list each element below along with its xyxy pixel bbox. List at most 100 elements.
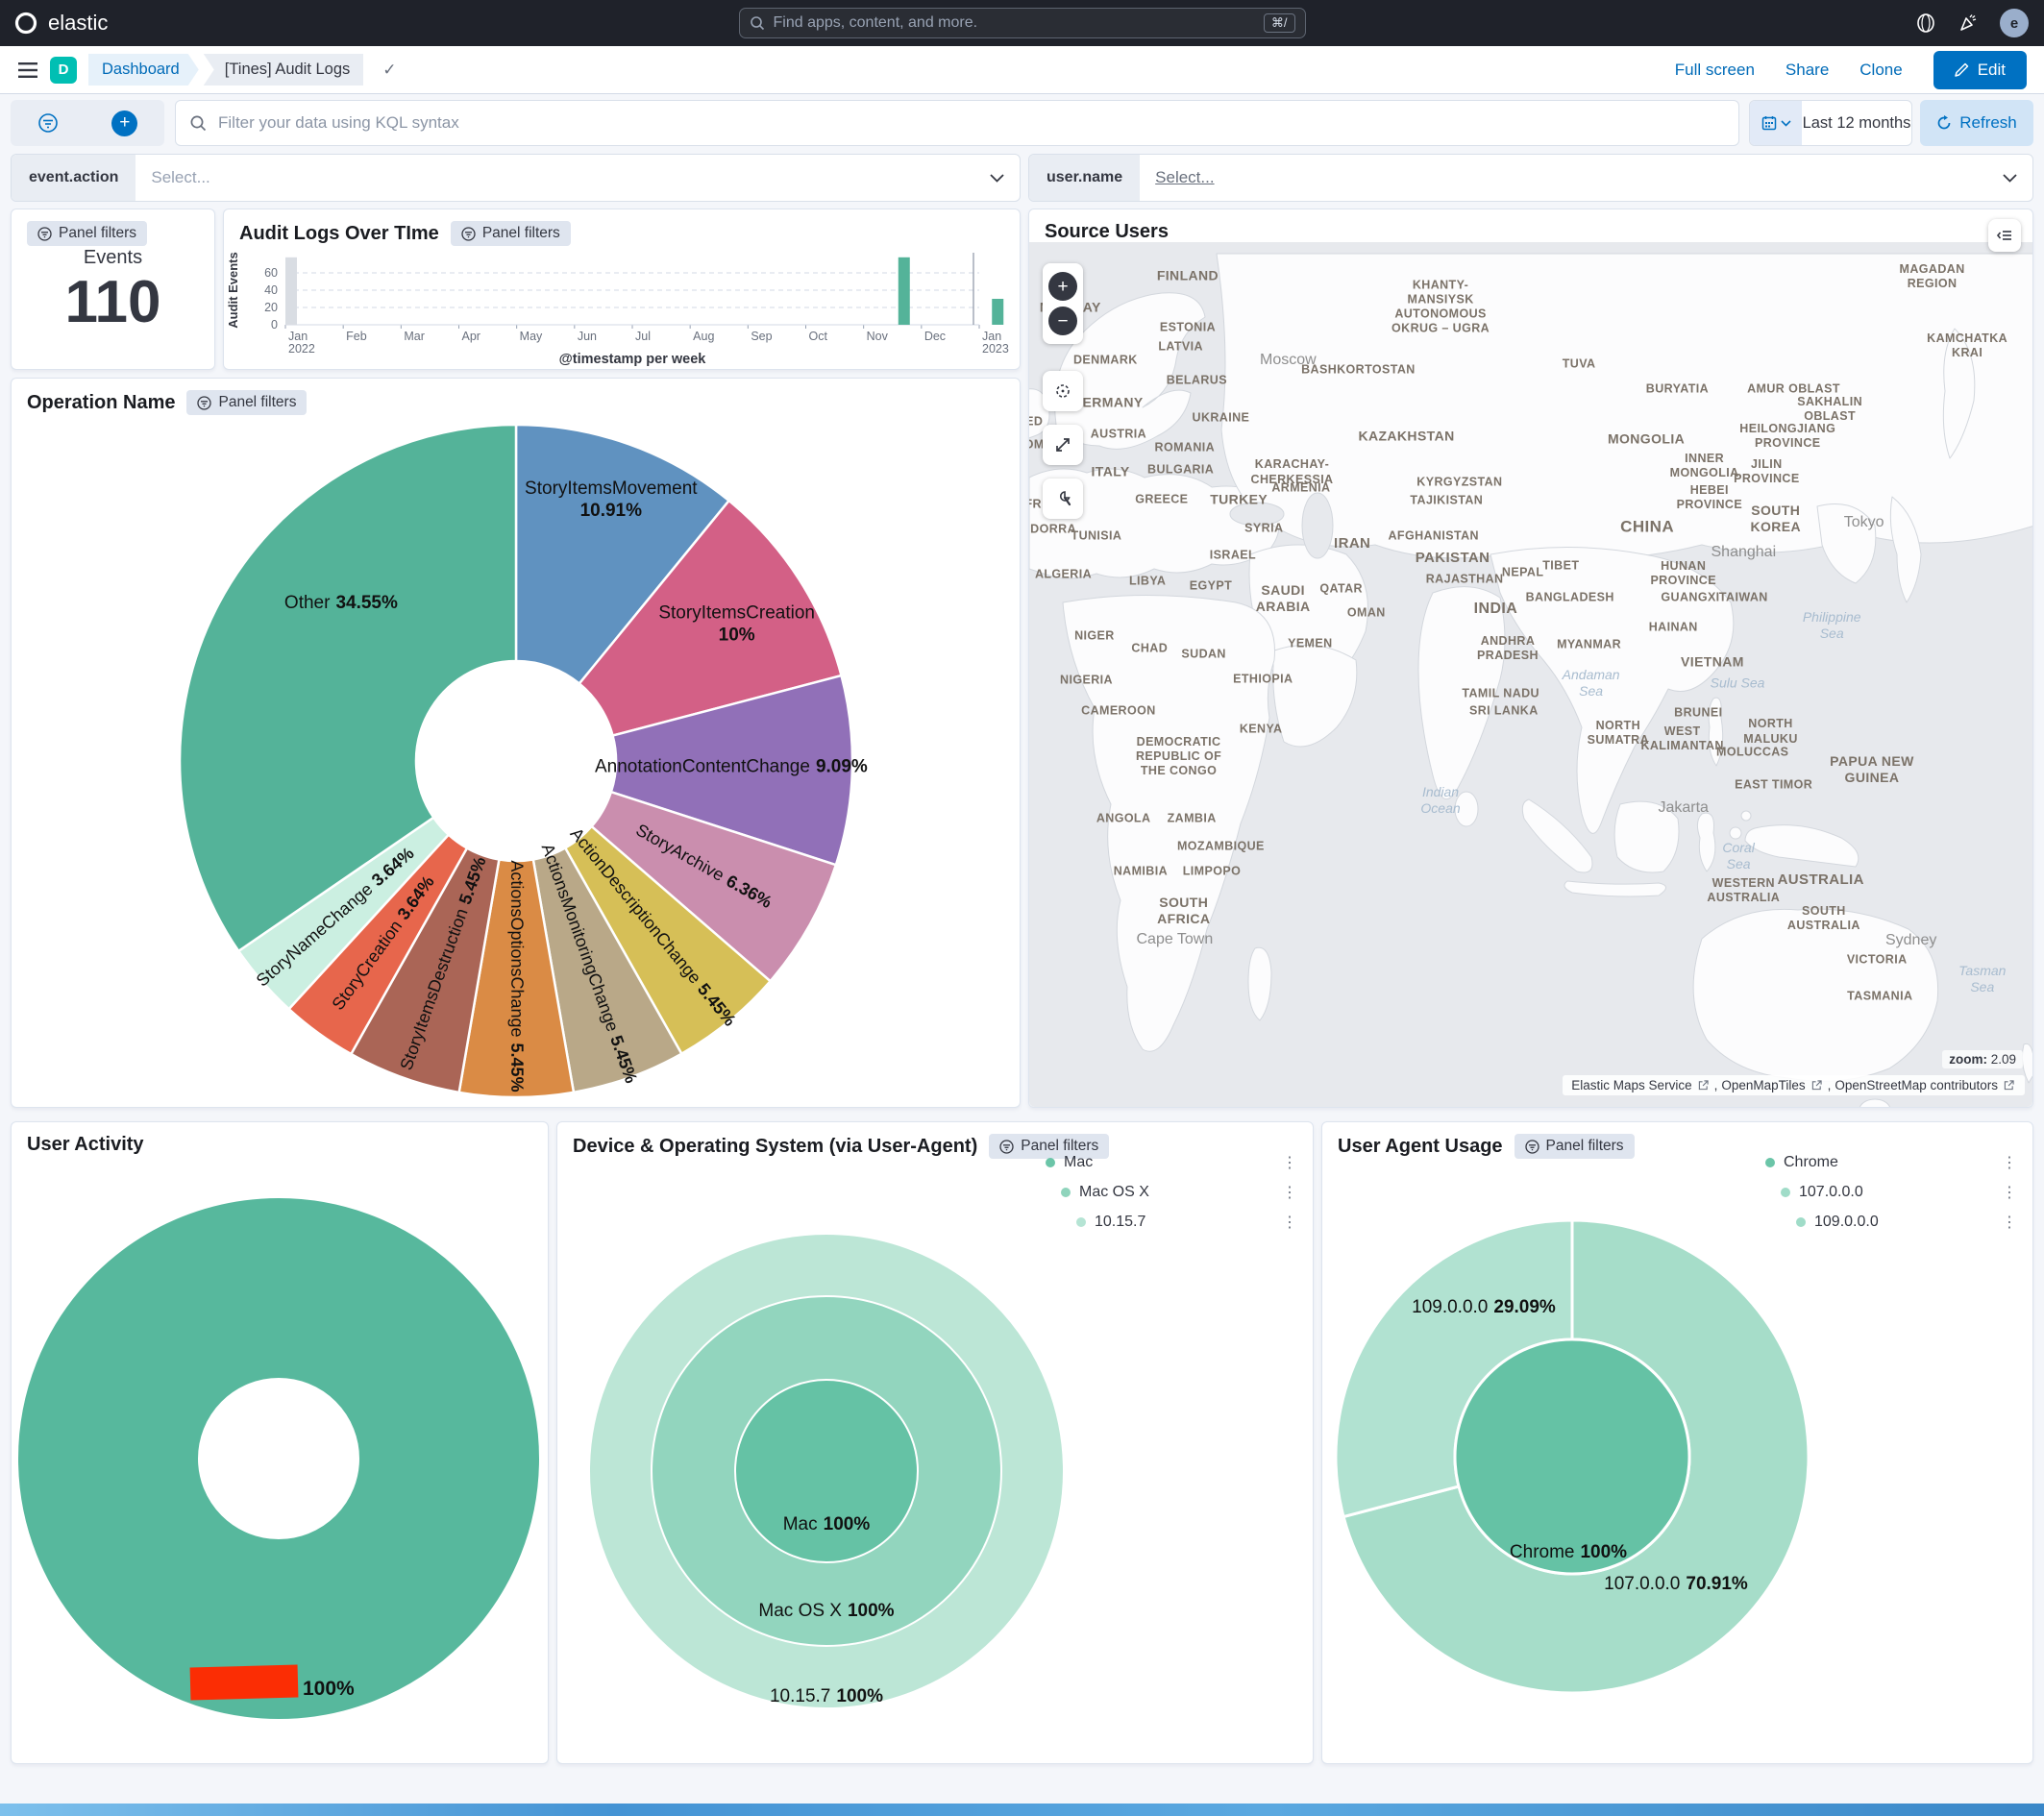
control-value[interactable]: Select...	[1155, 168, 1214, 187]
legend-item[interactable]: Chrome⋮	[1765, 1147, 2017, 1177]
add-filter-button[interactable]: +	[111, 110, 137, 136]
pie-slice[interactable]	[1455, 1339, 1689, 1574]
zoom-out-button[interactable]: −	[1048, 307, 1077, 335]
map-tools-button[interactable]	[1043, 479, 1083, 519]
map-label: ROMANIA	[1155, 441, 1216, 455]
map-label: UKRAINE	[1193, 410, 1250, 425]
legend-options-icon[interactable]: ⋮	[2002, 1153, 2017, 1172]
breadcrumb-dashboard[interactable]: Dashboard	[88, 54, 199, 86]
control-value[interactable]: Select...	[151, 168, 209, 187]
edit-button[interactable]: Edit	[1933, 51, 2027, 89]
panel-user-agent-usage: User Agent Usage Panel filters Chrome⋮10…	[1321, 1121, 2033, 1764]
pie-slice[interactable]	[735, 1380, 918, 1562]
panel-filters-badge[interactable]: Panel filters	[186, 390, 307, 415]
legend-item[interactable]: 107.0.0.0⋮	[1765, 1177, 2017, 1207]
cloud-deployment-icon[interactable]	[1915, 12, 1936, 34]
panel-title: Operation Name	[27, 392, 175, 414]
panel-filters-badge[interactable]: Panel filters	[27, 221, 147, 246]
attribution-link[interactable]: OpenMapTiles	[1721, 1078, 1805, 1092]
map-label: CAMEROON	[1081, 703, 1156, 718]
clone-link[interactable]: Clone	[1859, 61, 1902, 80]
map-label: AUSTRIA	[1091, 427, 1146, 441]
attribution-link[interactable]: OpenStreetMap contributors	[1835, 1078, 1998, 1092]
svg-text:Jan: Jan	[288, 330, 308, 343]
map-label: ARMENIA	[1271, 480, 1330, 495]
map-label: ANGOLA	[1096, 812, 1151, 826]
zoom-in-button[interactable]: +	[1048, 272, 1077, 301]
attribution-link[interactable]: Elastic Maps Service	[1571, 1078, 1691, 1092]
panel-operation-name: Operation Name Panel filters StoryItemsM…	[11, 378, 1021, 1108]
map-label: SYRIA	[1244, 521, 1283, 535]
map-label: IRAN	[1334, 535, 1370, 552]
map-legend-toggle-button[interactable]	[1988, 219, 2021, 252]
avatar[interactable]: e	[2000, 9, 2029, 37]
map-label: LIMPOPO	[1183, 865, 1241, 879]
legend-item[interactable]: Mac OS X⋮	[1046, 1177, 1297, 1207]
panel-events: Panel filters Events 110	[11, 209, 215, 370]
menu-icon[interactable]	[17, 61, 38, 79]
map-label: JILIN PROVINCE	[1734, 456, 1800, 486]
saved-filters-icon[interactable]	[37, 112, 59, 134]
bar[interactable]	[992, 299, 1003, 325]
refresh-button[interactable]: Refresh	[1920, 100, 2033, 146]
calendar-button[interactable]	[1750, 101, 1802, 145]
whats-new-icon[interactable]	[1958, 12, 1979, 34]
legend-item[interactable]: Mac⋮	[1046, 1147, 1297, 1177]
global-search-input[interactable]: Find apps, content, and more. ⌘/	[739, 8, 1306, 38]
slice-label: AnnotationContentChange9.09%	[595, 756, 868, 776]
bar[interactable]	[899, 258, 910, 325]
set-to-data-bounds-button[interactable]	[1043, 371, 1083, 411]
svg-text:60: 60	[264, 266, 278, 280]
full-screen-link[interactable]: Full screen	[1675, 61, 1755, 80]
map-label: SOUTH KOREA	[1750, 503, 1801, 535]
control-event-action[interactable]: event.action Select...	[11, 154, 1021, 202]
x-axis-label: @timestamp per week	[559, 352, 707, 367]
wrench-icon	[1053, 489, 1072, 508]
legend-item[interactable]: 10.15.7⋮	[1046, 1207, 1297, 1237]
pie-slice[interactable]	[109, 1288, 450, 1630]
saved-check-icon[interactable]: ✓	[382, 61, 396, 80]
control-user-name[interactable]: user.name Select...	[1028, 154, 2033, 202]
elastic-logo[interactable]: elastic	[0, 11, 108, 36]
map-label: ALGERIA	[1035, 567, 1092, 581]
svg-text:2023: 2023	[982, 342, 1009, 356]
map-label: Sulu Sea	[1711, 675, 1765, 691]
elastic-logo-icon	[13, 11, 38, 36]
redaction-box	[190, 1665, 299, 1701]
map-label: Sydney	[1885, 931, 1936, 950]
map-label: TAIWAN	[1719, 590, 1768, 604]
legend-options-icon[interactable]: ⋮	[2002, 1183, 2017, 1202]
map-label: HEBEI PROVINCE	[1677, 482, 1743, 512]
legend-item[interactable]: 109.0.0.0⋮	[1765, 1207, 2017, 1237]
fit-to-bounds-button[interactable]	[1043, 425, 1083, 465]
kql-search-input[interactable]: Filter your data using KQL syntax	[175, 100, 1739, 146]
control-label: event.action	[12, 155, 135, 201]
brand-text: elastic	[48, 11, 108, 36]
panel-audit-logs-over-time: Audit Logs Over TIme Panel filters 02040…	[223, 209, 1021, 370]
bottom-edge-bar	[0, 1804, 2044, 1816]
map-label: NORTH MALUKU	[1743, 717, 1798, 747]
map-label: NIGERIA	[1060, 674, 1113, 688]
slice-label: 107.0.0.070.91%	[1604, 1574, 1748, 1594]
legend-options-icon[interactable]: ⋮	[1282, 1183, 1297, 1202]
chevron-down-icon[interactable]	[990, 174, 1004, 183]
space-badge[interactable]: D	[50, 57, 77, 84]
share-link[interactable]: Share	[1785, 61, 1829, 80]
legend-options-icon[interactable]: ⋮	[1282, 1213, 1297, 1232]
panel-filters-badge[interactable]: Panel filters	[1515, 1134, 1635, 1159]
panel-filters-badge[interactable]: Panel filters	[451, 221, 571, 246]
world-map[interactable]: FINLANDNORWAYKHANTY- MANSIYSK AUTONOMOUS…	[1029, 242, 2032, 1107]
legend-options-icon[interactable]: ⋮	[2002, 1213, 2017, 1232]
global-search-placeholder: Find apps, content, and more.	[774, 14, 1264, 32]
pencil-icon	[1955, 62, 1969, 77]
legend-options-icon[interactable]: ⋮	[1282, 1153, 1297, 1172]
bar[interactable]	[285, 258, 297, 325]
map-label: SAUDI ARABIA	[1256, 582, 1311, 615]
panel-title: Source Users	[1045, 221, 1169, 243]
filter-in-circle-icon	[1525, 1140, 1539, 1154]
time-range-value[interactable]: Last 12 months	[1802, 114, 1911, 133]
chevron-down-icon[interactable]	[2003, 174, 2017, 183]
time-range-picker: Last 12 months	[1749, 100, 1912, 146]
map-label: GREECE	[1135, 493, 1188, 507]
svg-text:Nov: Nov	[867, 330, 889, 343]
